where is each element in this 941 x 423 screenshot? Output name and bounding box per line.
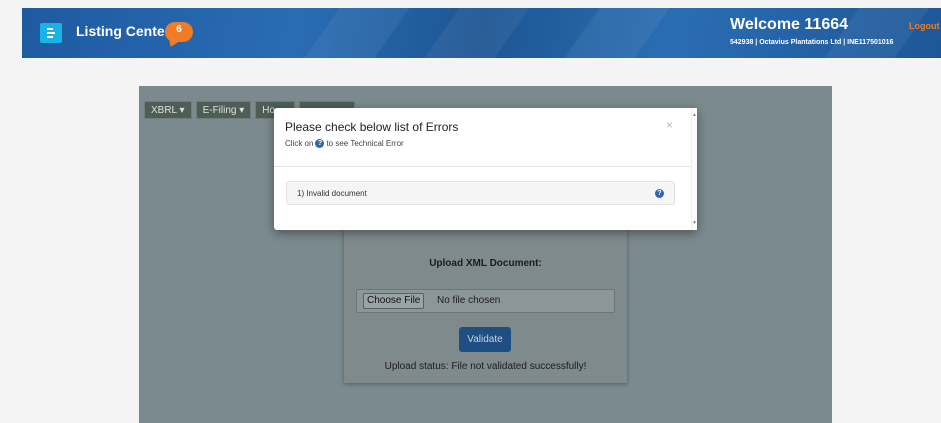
menu-icon[interactable] — [40, 23, 62, 43]
modal-scrollbar[interactable] — [691, 108, 697, 230]
error-modal: Please check below list of Errors Click … — [274, 108, 697, 230]
nav-xbrl[interactable]: XBRL ▾ — [144, 101, 192, 119]
modal-subtitle-prefix: Click on — [285, 139, 314, 148]
error-list-item: 1) Invalid document ? — [286, 181, 675, 205]
company-info: 542938 | Octavius Plantations Ltd | INE1… — [730, 39, 894, 46]
technical-error-help-icon[interactable]: ? — [655, 189, 664, 198]
modal-divider — [274, 166, 697, 167]
notification-badge[interactable]: 6 — [165, 22, 193, 42]
choose-file-button[interactable]: Choose File — [363, 293, 425, 309]
help-icon: ? — [315, 139, 325, 148]
nav-efiling[interactable]: E-Filing ▾ — [195, 101, 252, 119]
upload-panel: Upload XML Document: Choose File No file… — [344, 230, 627, 383]
app-header: Listing Center 6 Welcome 11664 Logout 54… — [22, 8, 941, 58]
welcome-text: Welcome 11664 — [730, 16, 849, 33]
scroll-up-icon[interactable]: ▲ — [692, 112, 697, 118]
upload-title: Upload XML Document: — [429, 258, 542, 269]
file-input[interactable]: Choose File No file chosen — [356, 289, 615, 313]
modal-subtitle: Click on ? to see Technical Error — [285, 139, 404, 148]
error-text: 1) Invalid document — [297, 189, 367, 198]
upload-status: Upload status: File not validated succes… — [384, 361, 587, 372]
logout-link[interactable]: Logout — [909, 21, 940, 31]
scroll-down-icon[interactable]: ▼ — [692, 220, 697, 226]
modal-subtitle-suffix: to see Technical Error — [326, 139, 404, 148]
close-icon[interactable]: × — [666, 118, 673, 132]
validate-button[interactable]: Validate — [459, 327, 511, 352]
app-title: Listing Center — [76, 23, 171, 39]
modal-title: Please check below list of Errors — [285, 120, 459, 134]
file-status-text: No file chosen — [437, 295, 501, 306]
